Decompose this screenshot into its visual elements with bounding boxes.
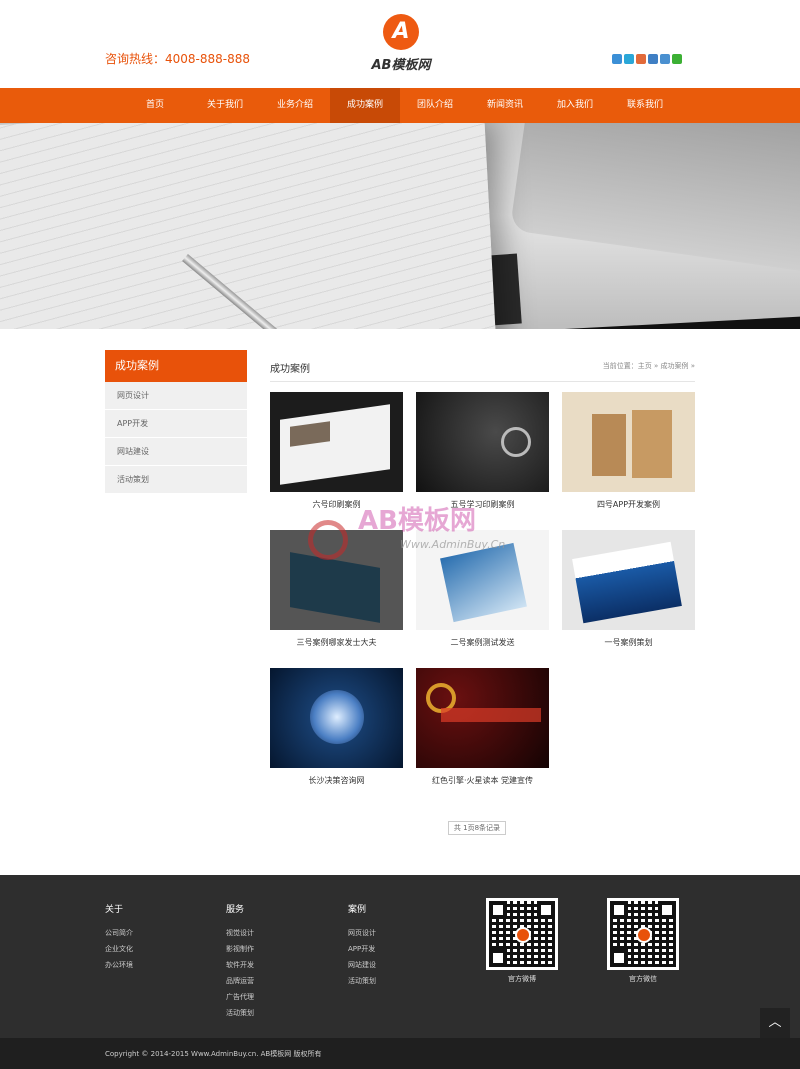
case-item[interactable]: 红色引擎·火星读本 党建宣传 [416,668,549,786]
case-caption[interactable]: 红色引擎·火星读本 党建宣传 [416,775,549,786]
case-thumbnail[interactable] [416,668,549,768]
logo-text: AB模板网 [371,58,431,73]
content-title: 成功案例 [270,364,310,375]
hotline-text: 咨询热线：4008-888-888 [105,52,251,66]
qr-code-weibo [486,898,558,970]
sidebar-title: 成功案例 [105,350,247,382]
banner-laptop [509,123,800,275]
footer-link[interactable]: 影视制作 [226,941,254,957]
qr-caption: 官方微博 [508,975,536,983]
renren-icon[interactable] [648,54,658,64]
qr-code-wechat [607,898,679,970]
case-caption[interactable]: 二号案例测试发送 [416,637,549,648]
footer-link[interactable]: 视觉设计 [226,925,254,941]
footer-col-about: 关于 公司简介 企业文化 办公环境 [105,902,133,973]
main-content: 成功案例 当前位置：主页 » 成功案例 » 六号印刷案例 五号学习印刷案例 四号… [270,350,695,812]
copyright-bar: Copyright © 2014-2015 Www.AdminBuy.cn. A… [0,1038,800,1069]
case-thumbnail[interactable] [562,530,695,630]
banner-notebook [0,123,496,329]
kaixin-icon[interactable] [660,54,670,64]
case-caption[interactable]: 一号案例策划 [562,637,695,648]
nav-item-business[interactable]: 业务介绍 [260,88,330,123]
main-nav: 首页 关于我们 业务介绍 成功案例 团队介绍 新闻资讯 加入我们 联系我们 [0,88,800,123]
wechat-icon[interactable] [672,54,682,64]
footer-col-title: 服务 [226,905,245,915]
footer-col-services: 服务 视觉设计 影视制作 软件开发 品牌运营 广告代理 活动策划 [226,902,254,1021]
nav-item-join[interactable]: 加入我们 [540,88,610,123]
sidebar-item-web-design[interactable]: 网页设计 [105,382,247,410]
case-thumbnail[interactable] [416,530,549,630]
sidebar-menu: 网页设计 APP开发 网站建设 活动策划 [105,382,247,494]
nav-item-team[interactable]: 团队介绍 [400,88,470,123]
qzone-icon[interactable] [624,54,634,64]
footer-link[interactable]: 广告代理 [226,989,254,1005]
case-thumbnail[interactable] [562,392,695,492]
header: 咨询热线：4008-888-888 A AB模板网 [0,0,800,88]
footer-link[interactable]: 活动策划 [226,1005,254,1021]
footer-link[interactable]: 网页设计 [348,925,376,941]
case-thumbnail[interactable] [270,668,403,768]
case-item[interactable]: 六号印刷案例 [270,392,403,510]
nav-item-news[interactable]: 新闻资讯 [470,88,540,123]
footer-link[interactable]: 网站建设 [348,957,376,973]
back-to-top-button[interactable]: ︿ [760,1008,790,1038]
nav-item-about[interactable]: 关于我们 [190,88,260,123]
nav-item-contact[interactable]: 联系我们 [610,88,680,123]
case-item[interactable]: 五号学习印刷案例 [416,392,549,510]
footer-col-title: 关于 [105,905,124,915]
qr-caption: 官方微信 [629,975,657,983]
sidebar-item-website-build[interactable]: 网站建设 [105,438,247,466]
footer-col-cases: 案例 网页设计 APP开发 网站建设 活动策划 [348,902,376,989]
weibo-icon[interactable] [612,54,622,64]
case-caption[interactable]: 四号APP开发案例 [562,499,695,510]
case-caption[interactable]: 五号学习印刷案例 [416,499,549,510]
nav-item-cases[interactable]: 成功案例 [330,88,400,123]
nav-item-home[interactable]: 首页 [120,88,190,123]
sidebar-item-app-dev[interactable]: APP开发 [105,410,247,438]
case-thumbnail[interactable] [270,392,403,492]
footer-link[interactable]: 活动策划 [348,973,376,989]
logo-mark: A [383,14,419,50]
footer-link[interactable]: 品牌运营 [226,973,254,989]
footer-link[interactable]: 企业文化 [105,941,133,957]
footer-link[interactable]: 办公环境 [105,957,133,973]
banner-dark-object [478,312,800,329]
sidebar: 成功案例 网页设计 APP开发 网站建设 活动策划 [105,350,247,494]
case-caption[interactable]: 六号印刷案例 [270,499,403,510]
footer-link[interactable]: 公司简介 [105,925,133,941]
footer-link[interactable]: 软件开发 [226,957,254,973]
case-item[interactable]: 一号案例策划 [562,530,695,648]
copyright-text: Copyright © 2014-2015 Www.AdminBuy.cn. A… [105,1050,322,1058]
pagination-info[interactable]: 共 1页8条记录 [448,821,506,835]
case-thumbnail[interactable] [416,392,549,492]
social-share-bar [612,54,682,64]
case-grid: 六号印刷案例 五号学习印刷案例 四号APP开发案例 三号案例哪家发士大夫 二号案… [270,392,695,812]
banner-image [0,123,800,329]
case-item[interactable]: 四号APP开发案例 [562,392,695,510]
case-item[interactable]: 长沙决策咨询网 [270,668,403,786]
footer: 关于 公司简介 企业文化 办公环境 服务 视觉设计 影视制作 软件开发 品牌运营… [0,875,800,1038]
sidebar-item-event-planning[interactable]: 活动策划 [105,466,247,494]
case-item[interactable]: 三号案例哪家发士大夫 [270,530,403,648]
footer-link[interactable]: APP开发 [348,941,376,957]
case-item[interactable]: 二号案例测试发送 [416,530,549,648]
footer-col-title: 案例 [348,905,367,915]
case-caption[interactable]: 长沙决策咨询网 [270,775,403,786]
case-thumbnail[interactable] [270,530,403,630]
site-logo[interactable]: A AB模板网 [364,14,438,74]
content-header: 成功案例 当前位置：主页 » 成功案例 » [270,350,695,382]
breadcrumb[interactable]: 当前位置：主页 » 成功案例 » [603,361,695,371]
tqq-icon[interactable] [636,54,646,64]
case-caption[interactable]: 三号案例哪家发士大夫 [270,637,403,648]
